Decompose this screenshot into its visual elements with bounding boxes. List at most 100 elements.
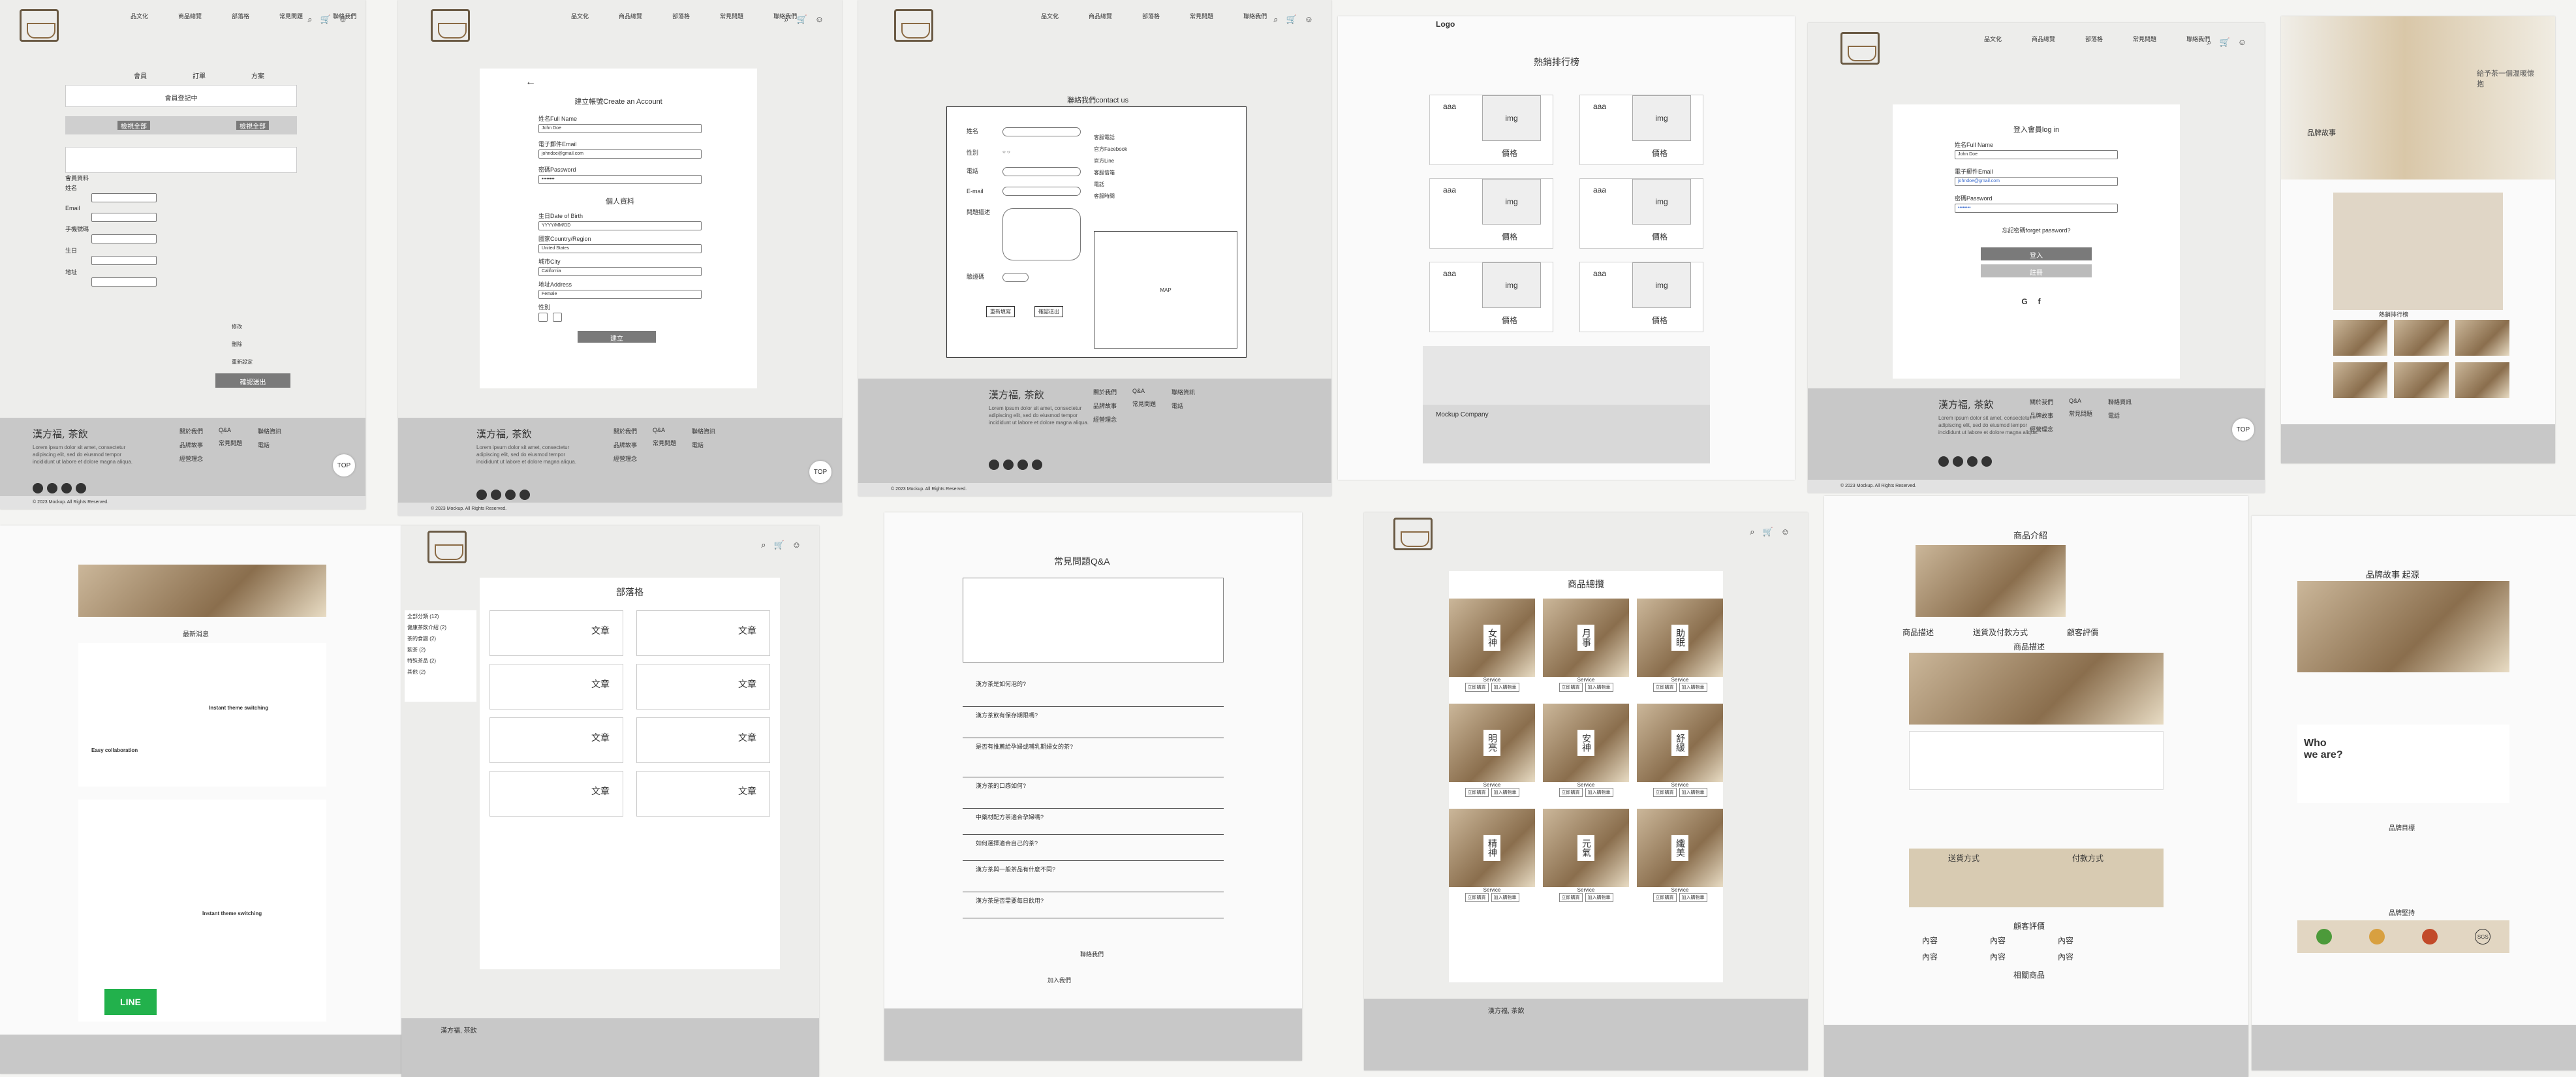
product-card[interactable]: 舒緩 Service 立即購買 加入購物車 [1637,704,1723,797]
email-field[interactable]: johndoe@gmail.com [1955,177,2118,186]
product-card[interactable]: 纖美 Service 立即購買 加入購物車 [1637,809,1723,902]
product-card[interactable]: aaa img 價格 [1579,178,1703,249]
nav-item[interactable]: 商品總覽 [178,12,202,20]
faq-item[interactable]: 漢方茶飲有保存期限嗎? [963,707,1224,738]
footer-link[interactable]: Q&A [1132,388,1156,394]
product-card[interactable]: 女神 Service 立即購買 加入購物車 [1449,599,1535,692]
brand-logo[interactable] [431,9,470,42]
instagram-icon[interactable] [491,490,501,500]
instagram-icon[interactable] [1953,456,1963,467]
line-icon[interactable] [505,490,516,500]
footer-link[interactable]: 聯絡資訊 [258,427,281,435]
submit-button[interactable]: 確認送出 [1034,306,1063,317]
add-to-cart-button[interactable]: 加入購物車 [1491,788,1519,797]
article-card[interactable]: 文章 [636,717,770,763]
faq-item[interactable]: 漢方茶是否需要每日飲用? [963,892,1224,918]
tab-shipping[interactable]: 送貨及付款方式 [1973,627,2028,638]
cart-icon[interactable]: 🛒 [320,14,331,25]
add-to-cart-button[interactable]: 加入購物車 [1585,683,1613,692]
instagram-icon[interactable] [47,483,57,493]
footer-link[interactable]: 經營理念 [179,454,203,463]
line-icon[interactable] [61,483,72,493]
footer-link[interactable]: 電話 [692,441,715,449]
product-card[interactable]: aaa img 價格 [1579,95,1703,165]
footer-link[interactable]: 關於我們 [2030,398,2053,406]
faq-item[interactable]: 漢方茶是如何泡的? [963,676,1224,707]
article-card[interactable]: 文章 [636,664,770,710]
footer-link[interactable]: 常見問題 [219,439,242,447]
reset-link[interactable]: 重新設定 [232,358,253,366]
product-card[interactable]: 精神 Service 立即購買 加入購物車 [1449,809,1535,902]
user-icon[interactable]: ☺ [2238,37,2246,48]
facebook-icon[interactable] [989,460,999,470]
tab-description[interactable]: 商品描述 [1902,627,1934,638]
name-field[interactable] [91,193,157,202]
google-icon[interactable]: G [2021,297,2027,306]
faq-item[interactable]: 漢方茶與一般茶品有什麼不同? [963,861,1224,892]
youtube-icon[interactable] [1032,460,1042,470]
youtube-icon[interactable] [76,483,86,493]
buy-now-button[interactable]: 立即購買 [1653,788,1677,797]
footer-link[interactable]: Q&A [219,427,242,433]
category-item[interactable]: 全部分類 (12) [407,613,474,620]
fullname-field[interactable]: John Doe [1955,150,2118,159]
nav-item[interactable]: 常見問題 [720,12,743,20]
nav-item[interactable]: 常見問題 [279,12,303,20]
tab-member[interactable]: 會員 [134,70,147,80]
add-to-cart-button[interactable]: 加入購物車 [1491,893,1519,902]
article-card[interactable]: 文章 [489,717,623,763]
add-to-cart-button[interactable]: 加入購物車 [1679,788,1707,797]
youtube-icon[interactable] [520,490,530,500]
user-icon[interactable]: ☺ [339,14,347,25]
captcha-field[interactable] [1002,273,1029,282]
article-card[interactable]: 文章 [489,771,623,817]
cart-icon[interactable]: 🛒 [2220,37,2230,48]
nav-item[interactable]: 品文化 [1041,12,1059,20]
create-button[interactable]: 建立 [578,331,656,343]
login-button[interactable]: 登入 [1981,247,2092,260]
facebook-icon[interactable] [476,490,487,500]
back-to-top-button[interactable]: TOP [2232,418,2254,441]
view-all-button[interactable]: 檢視全部 [117,121,150,131]
category-item[interactable]: 飲茶 (2) [407,646,474,653]
faq-item[interactable]: 如何選擇適合自己的茶? [963,835,1224,861]
edit-link[interactable]: 修改 [232,323,253,330]
footer-link[interactable]: 常見問題 [2069,409,2092,418]
category-item[interactable]: 茶的食譜 (2) [407,635,474,642]
tab-plan[interactable]: 方案 [251,70,264,80]
add-to-cart-button[interactable]: 加入購物車 [1585,788,1613,797]
map-placeholder[interactable]: MAP [1094,231,1237,349]
buy-now-button[interactable]: 立即購買 [1465,788,1489,797]
nav-item[interactable]: 部落格 [232,12,249,20]
product-thumb[interactable] [2455,362,2509,398]
fullname-field[interactable]: John Doe [538,124,702,133]
buy-now-button[interactable]: 立即購買 [1559,788,1583,797]
product-thumb[interactable] [2455,320,2509,356]
back-to-top-button[interactable]: TOP [333,454,355,476]
footer-link[interactable]: 電話 [1172,401,1195,410]
add-to-cart-button[interactable]: 加入購物車 [1679,893,1707,902]
back-arrow-icon[interactable]: ← [525,76,536,88]
line-icon[interactable] [1017,460,1028,470]
name-field[interactable] [1002,127,1081,136]
search-icon[interactable]: ⌕ [307,14,312,25]
footer-link[interactable]: 品牌故事 [613,441,637,449]
brand-logo[interactable] [1840,32,1880,65]
add-to-cart-button[interactable]: 加入購物車 [1491,683,1519,692]
gender-radio[interactable]: ○ ○ [1002,149,1051,155]
product-card[interactable]: aaa img 價格 [1429,178,1553,249]
nav-item[interactable]: 商品總覽 [2032,35,2055,43]
submit-button[interactable]: 確認送出 [215,373,290,388]
facebook-icon[interactable]: f [2038,297,2041,306]
dob-select[interactable]: YYYY/MM/DD [538,221,702,230]
footer-link[interactable]: 關於我們 [179,427,203,435]
category-item[interactable]: 其他 (2) [407,668,474,676]
nav-item[interactable]: 品文化 [571,12,589,20]
nav-item[interactable]: 常見問題 [1190,12,1213,20]
birthday-field[interactable] [91,256,157,265]
product-card[interactable]: 助眠 Service 立即購買 加入購物車 [1637,599,1723,692]
user-icon[interactable]: ☺ [1305,14,1313,25]
address-field[interactable] [91,277,157,287]
product-card[interactable]: 元氣 Service 立即購買 加入購物車 [1543,809,1629,902]
email-field[interactable] [1002,187,1081,196]
